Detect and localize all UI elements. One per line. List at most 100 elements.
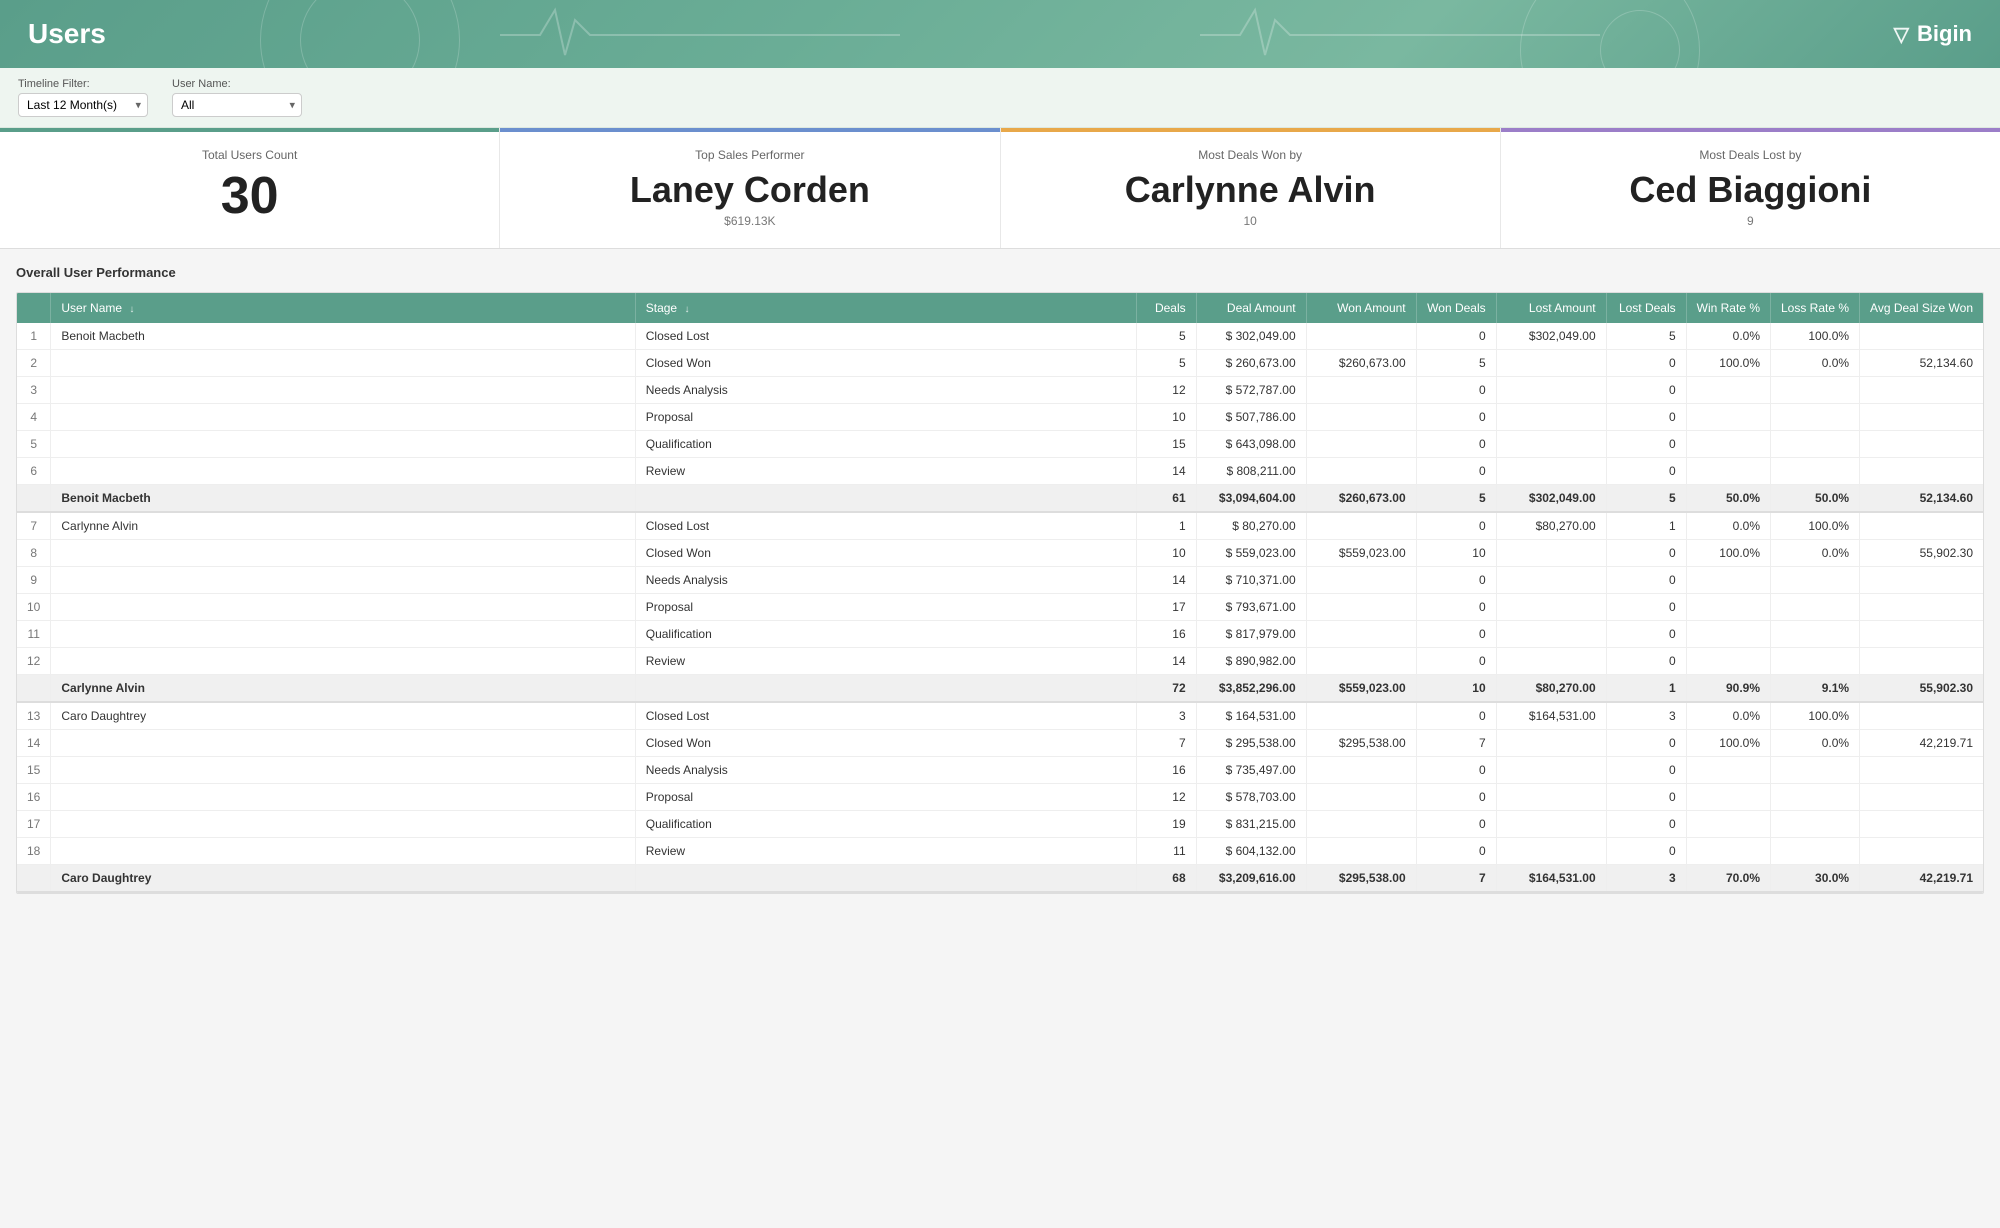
cell-winrate: 100.0% <box>1686 349 1770 376</box>
cell-username: Benoit Macbeth <box>51 323 635 350</box>
cell-stage: Qualification <box>635 430 1136 457</box>
timeline-select[interactable]: Last 12 Month(s) Last 6 Month(s) Last 3 … <box>18 93 148 117</box>
th-dealamt[interactable]: Deal Amount <box>1196 293 1306 323</box>
cell-stage: Proposal <box>635 783 1136 810</box>
username-filter-group: User Name: All <box>172 78 302 117</box>
th-winrate[interactable]: Win Rate % <box>1686 293 1770 323</box>
cell-winrate <box>1686 647 1770 674</box>
header-ecg <box>0 0 2000 68</box>
th-lossrate[interactable]: Loss Rate % <box>1771 293 1860 323</box>
table-header-row: User Name ↓ Stage ↓ Deals Deal Amount Wo <box>17 293 1983 323</box>
cell-wonamt <box>1306 783 1416 810</box>
cell-username: Benoit Macbeth <box>51 484 635 512</box>
username-select-wrapper[interactable]: All <box>172 93 302 117</box>
performance-table-container[interactable]: User Name ↓ Stage ↓ Deals Deal Amount Wo <box>16 292 1984 894</box>
cell-wonamt <box>1306 647 1416 674</box>
cell-deals: 61 <box>1136 484 1196 512</box>
cell-deals: 7 <box>1136 729 1196 756</box>
table-row: 9Needs Analysis14$ 710,371.0000 <box>17 566 1983 593</box>
page-title: Users <box>28 18 106 50</box>
cell-deals: 12 <box>1136 376 1196 403</box>
kpi-most-won-label: Most Deals Won by <box>1025 148 1476 162</box>
cell-lostamt: $80,270.00 <box>1496 674 1606 702</box>
cell-lostdeals: 0 <box>1606 539 1686 566</box>
cell-rownum: 4 <box>17 403 51 430</box>
section-title: Overall User Performance <box>16 265 1984 280</box>
table-row: 14Closed Won7$ 295,538.00$295,538.007010… <box>17 729 1983 756</box>
cell-deals: 10 <box>1136 539 1196 566</box>
cell-lostamt <box>1496 566 1606 593</box>
cell-avgdeal <box>1860 457 1983 484</box>
cell-wonamt: $295,538.00 <box>1306 729 1416 756</box>
kpi-total-users: Total Users Count 30 <box>0 128 500 248</box>
cell-username <box>51 810 635 837</box>
username-select[interactable]: All <box>172 93 302 117</box>
th-wonamt[interactable]: Won Amount <box>1306 293 1416 323</box>
cell-deals: 15 <box>1136 430 1196 457</box>
timeline-label: Timeline Filter: <box>18 78 148 90</box>
cell-lostdeals: 0 <box>1606 729 1686 756</box>
th-avgdeal[interactable]: Avg Deal Size Won <box>1860 293 1983 323</box>
cell-lossrate: 0.0% <box>1771 349 1860 376</box>
username-label: User Name: <box>172 78 302 90</box>
th-winrate-label: Win Rate % <box>1697 301 1760 315</box>
cell-rownum: 11 <box>17 620 51 647</box>
table-row: 18Review11$ 604,132.0000 <box>17 837 1983 864</box>
cell-dealamt: $ 507,786.00 <box>1196 403 1306 430</box>
table-row: 16Proposal12$ 578,703.0000 <box>17 783 1983 810</box>
cell-lossrate: 100.0% <box>1771 702 1860 730</box>
cell-wonamt <box>1306 512 1416 540</box>
cell-lossrate <box>1771 647 1860 674</box>
th-username-sort-icon: ↓ <box>129 304 134 315</box>
cell-lostdeals: 0 <box>1606 403 1686 430</box>
cell-stage: Review <box>635 837 1136 864</box>
th-lostamt[interactable]: Lost Amount <box>1496 293 1606 323</box>
cell-stage: Review <box>635 457 1136 484</box>
th-stage[interactable]: Stage ↓ <box>635 293 1136 323</box>
cell-winrate <box>1686 593 1770 620</box>
timeline-select-wrapper[interactable]: Last 12 Month(s) Last 6 Month(s) Last 3 … <box>18 93 148 117</box>
cell-wondeals: 0 <box>1416 430 1496 457</box>
cell-lossrate <box>1771 376 1860 403</box>
th-wondeals[interactable]: Won Deals <box>1416 293 1496 323</box>
cell-lostdeals: 0 <box>1606 349 1686 376</box>
cell-avgdeal: 42,219.71 <box>1860 729 1983 756</box>
table-row: 7Carlynne AlvinClosed Lost1$ 80,270.000$… <box>17 512 1983 540</box>
deco-circle-2 <box>300 0 420 68</box>
cell-dealamt: $ 735,497.00 <box>1196 756 1306 783</box>
cell-rownum: 2 <box>17 349 51 376</box>
cell-stage <box>635 484 1136 512</box>
cell-lossrate: 9.1% <box>1771 674 1860 702</box>
cell-rownum: 1 <box>17 323 51 350</box>
summary-row: Benoit Macbeth61$3,094,604.00$260,673.00… <box>17 484 1983 512</box>
cell-username <box>51 837 635 864</box>
cell-avgdeal <box>1860 620 1983 647</box>
main-content: Overall User Performance User Name ↓ Sta… <box>0 249 2000 910</box>
th-rownum <box>17 293 51 323</box>
th-lossrate-label: Loss Rate % <box>1781 301 1849 315</box>
cell-username: Caro Daughtrey <box>51 864 635 892</box>
cell-wondeals: 0 <box>1416 756 1496 783</box>
cell-avgdeal: 55,902.30 <box>1860 674 1983 702</box>
cell-wondeals: 10 <box>1416 674 1496 702</box>
cell-lostamt <box>1496 349 1606 376</box>
cell-wondeals: 0 <box>1416 593 1496 620</box>
cell-wondeals: 0 <box>1416 323 1496 350</box>
cell-deals: 5 <box>1136 323 1196 350</box>
cell-stage <box>635 674 1136 702</box>
cell-lostamt <box>1496 430 1606 457</box>
cell-stage <box>635 864 1136 892</box>
cell-dealamt: $ 831,215.00 <box>1196 810 1306 837</box>
cell-dealamt: $ 890,982.00 <box>1196 647 1306 674</box>
cell-username <box>51 593 635 620</box>
kpi-total-users-label: Total Users Count <box>24 148 475 162</box>
cell-lostamt <box>1496 647 1606 674</box>
cell-lostdeals: 0 <box>1606 376 1686 403</box>
cell-deals: 72 <box>1136 674 1196 702</box>
th-username[interactable]: User Name ↓ <box>51 293 635 323</box>
cell-avgdeal <box>1860 783 1983 810</box>
cell-username <box>51 539 635 566</box>
th-deals[interactable]: Deals <box>1136 293 1196 323</box>
cell-lostdeals: 0 <box>1606 566 1686 593</box>
th-lostdeals[interactable]: Lost Deals <box>1606 293 1686 323</box>
